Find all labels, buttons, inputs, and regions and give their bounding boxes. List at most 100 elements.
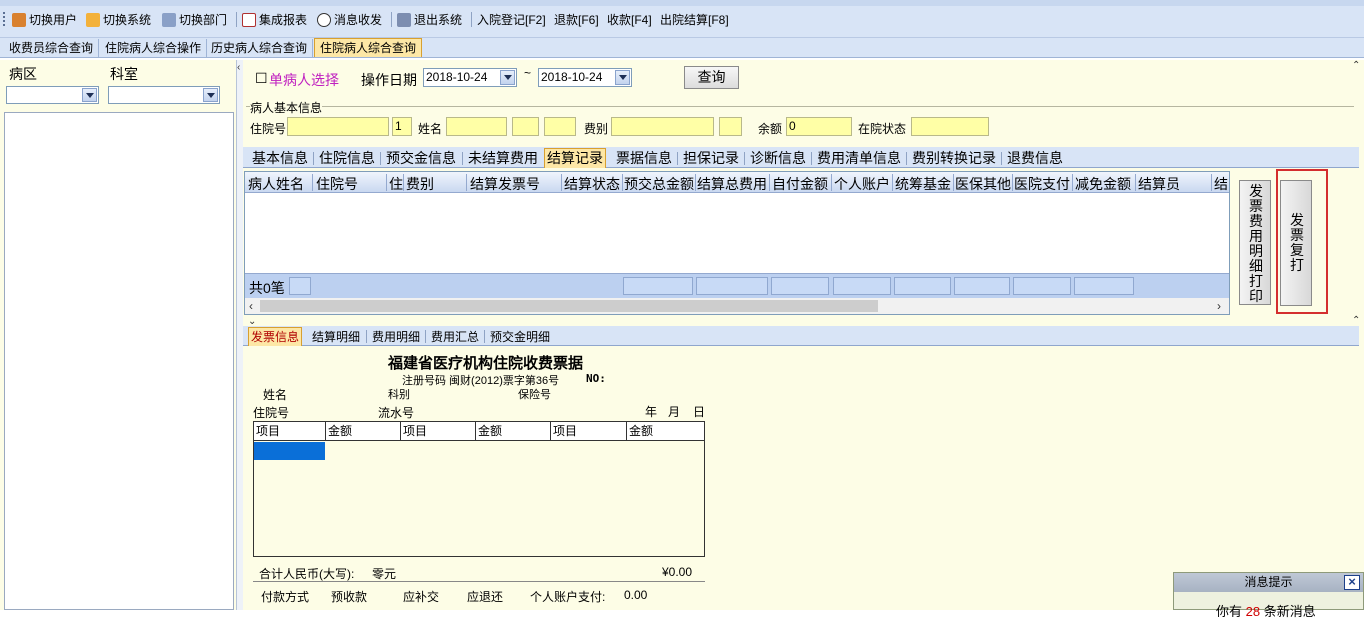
name-input[interactable] <box>446 117 507 136</box>
invoice-reprint-button[interactable]: 发票复打 <box>1280 180 1312 306</box>
dept-select[interactable] <box>108 86 220 104</box>
exit-system-button[interactable]: 退出系统 <box>397 11 462 28</box>
tab-guarantee-records[interactable]: 担保记录 <box>681 149 741 168</box>
fee-type-input[interactable] <box>611 117 714 136</box>
fee-type-code-input[interactable] <box>719 117 742 136</box>
date-range-tilde: ~ <box>524 66 532 80</box>
tab-fee-type-change[interactable]: 费别转换记录 <box>910 149 998 168</box>
horizontal-scrollbar[interactable]: ‹ › <box>245 298 1229 314</box>
tab-inpatient-operation[interactable]: 住院病人综合操作 <box>100 39 208 57</box>
col-truncated[interactable]: 结 <box>1214 174 1229 194</box>
tab-diagnosis-info[interactable]: 诊断信息 <box>748 149 808 168</box>
receipt-no-label: NO: <box>586 372 606 385</box>
discharge-settlement-button[interactable]: 出院结算[F8] <box>660 11 729 28</box>
chevron-down-icon[interactable] <box>203 88 218 102</box>
tab-settlement-records[interactable]: 结算记录 <box>544 148 606 168</box>
admission-register-button[interactable]: 入院登记[F2] <box>477 11 546 28</box>
collapse-up-icon[interactable]: ⌃ <box>1352 60 1360 71</box>
close-icon[interactable]: × <box>1344 575 1360 590</box>
notification-body[interactable]: 你有 28 条新消息 <box>1216 601 1316 620</box>
receipt-total-value: 零元 <box>372 567 397 581</box>
col-divider <box>769 174 770 191</box>
messaging-button[interactable]: 消息收发 <box>317 11 382 28</box>
col-pooling-fund[interactable]: 统筹基金 <box>895 174 953 194</box>
col-settlement-status[interactable]: 结算状态 <box>564 174 622 194</box>
age-input[interactable] <box>544 117 576 136</box>
tab-deposit-detail[interactable]: 预交金明细 <box>488 328 552 346</box>
tab-basic-info[interactable]: 基本信息 <box>250 149 310 168</box>
query-button[interactable]: 查询 <box>684 66 739 89</box>
col-insurance-other[interactable]: 医保其他 <box>955 174 1013 194</box>
ward-patient-list[interactable] <box>4 112 234 610</box>
tab-refund-info[interactable]: 退费信息 <box>1005 149 1065 168</box>
col-settlement-invoice-no[interactable]: 结算发票号 <box>470 174 560 194</box>
col-divider <box>1012 174 1013 191</box>
switch-system-button[interactable]: 切换系统 <box>86 11 151 28</box>
footer-cell <box>771 277 829 295</box>
col-reduction-amount[interactable]: 减免金额 <box>1075 174 1135 194</box>
tab-deposit-info[interactable]: 预交金信息 <box>384 149 458 168</box>
tab-invoice-detail[interactable]: 发票信息 <box>248 327 303 346</box>
settlement-grid[interactable]: 病人姓名 住院号 住 费别 结算发票号 结算状态 预交总金额 结算总费用 自付金… <box>244 171 1230 315</box>
date-from-picker[interactable]: 2018-10-24 <box>423 68 517 87</box>
col-fee-type[interactable]: 费别 <box>406 174 466 194</box>
ward-select[interactable] <box>6 86 99 104</box>
receipt-col-amount: 金额 <box>326 422 401 441</box>
tab-unsettled-fees[interactable]: 未结算费用 <box>466 149 540 168</box>
tab-history-patient-query[interactable]: 历史病人综合查询 <box>206 39 314 57</box>
collapse-up-icon[interactable]: ⌃ <box>1352 315 1360 326</box>
chevron-down-icon[interactable] <box>82 88 97 102</box>
scroll-thumb[interactable] <box>260 300 878 312</box>
col-total-settlement[interactable]: 结算总费用 <box>697 174 769 194</box>
selected-cell[interactable] <box>254 442 325 460</box>
scroll-right-icon[interactable]: › <box>1217 299 1221 313</box>
admission-count-input[interactable]: 1 <box>392 117 412 136</box>
tab-fee-summary[interactable]: 费用汇总 <box>429 328 481 346</box>
op-date-label: 操作日期 <box>361 72 417 88</box>
single-patient-checkbox[interactable]: ☐ <box>255 70 268 87</box>
chevron-down-icon[interactable] <box>615 70 630 85</box>
col-total-deposit[interactable]: 预交总金额 <box>624 174 695 194</box>
new-message-count: 28 <box>1245 604 1261 619</box>
col-settler[interactable]: 结算员 <box>1138 174 1210 194</box>
admission-no-input[interactable] <box>287 117 389 136</box>
tab-settlement-detail[interactable]: 结算明细 <box>310 328 362 346</box>
switch-user-button[interactable]: 切换用户 <box>12 11 77 28</box>
col-admission-short[interactable]: 住 <box>389 174 403 194</box>
collapse-left-icon[interactable]: ‹ <box>237 62 240 73</box>
receipt-personal-account-value: 0.00 <box>624 588 648 602</box>
footer-cell <box>1074 277 1134 295</box>
tab-cashier-query[interactable]: 收费员综合查询 <box>4 39 100 57</box>
tab-fee-detail[interactable]: 费用明细 <box>370 328 422 346</box>
switch-system-icon <box>86 12 100 27</box>
footer-cell <box>833 277 891 295</box>
col-personal-account[interactable]: 个人账户 <box>834 174 892 194</box>
chevron-down-icon[interactable] <box>500 70 515 85</box>
toolbar-grip-icon[interactable] <box>3 12 5 26</box>
tab-invoice-info[interactable]: 票据信息 <box>614 149 674 168</box>
invoice-detail-print-button[interactable]: 发票费用明细打印 <box>1239 180 1271 305</box>
status-input[interactable] <box>911 117 989 136</box>
collect-payment-button[interactable]: 收款[F4] <box>607 11 652 28</box>
integrated-report-button[interactable]: 集成报表 <box>242 11 307 28</box>
col-hospital-pay[interactable]: 医院支付 <box>1014 174 1072 194</box>
tab-separator <box>484 330 485 343</box>
balance-input[interactable]: 0 <box>786 117 852 136</box>
col-admission-no[interactable]: 住院号 <box>316 174 386 194</box>
col-divider <box>466 174 467 191</box>
toolbar-separator <box>471 12 472 27</box>
tab-admission-info[interactable]: 住院信息 <box>317 149 377 168</box>
col-self-pay[interactable]: 自付金额 <box>772 174 830 194</box>
switch-department-button[interactable]: 切换部门 <box>162 11 227 28</box>
gender-input[interactable] <box>512 117 539 136</box>
refund-button[interactable]: 退款[F6] <box>554 11 599 28</box>
department-icon <box>162 12 176 27</box>
col-patient-name[interactable]: 病人姓名 <box>248 174 312 194</box>
receipt-items-table[interactable]: 项目 金额 项目 金额 项目 金额 <box>253 421 705 557</box>
receipt-dept-label: 科别 <box>388 389 410 401</box>
date-to-picker[interactable]: 2018-10-24 <box>538 68 632 87</box>
report-icon <box>242 12 256 27</box>
tab-inpatient-query[interactable]: 住院病人综合查询 <box>314 38 423 57</box>
scroll-left-icon[interactable]: ‹ <box>249 299 253 313</box>
tab-fee-list-info[interactable]: 费用清单信息 <box>815 149 903 168</box>
